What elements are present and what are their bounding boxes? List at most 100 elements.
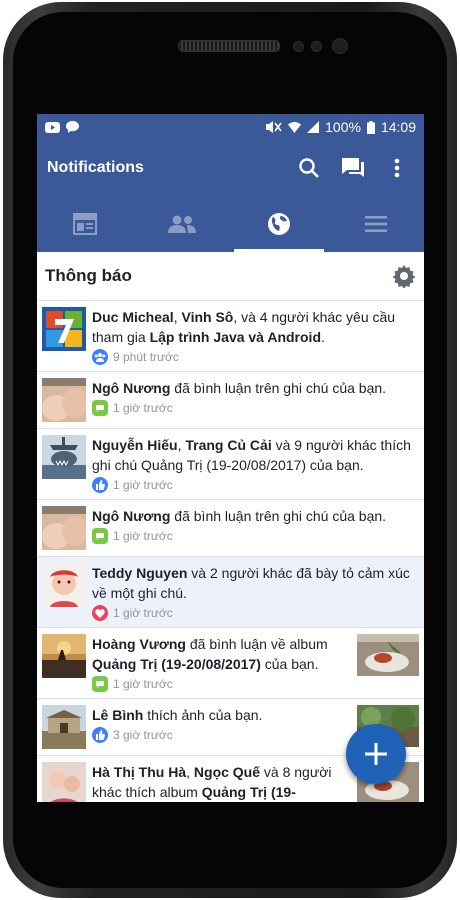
overflow-menu-icon [394, 158, 400, 178]
notification-text: Hà Thị Thu Hà, Ngọc Quế và 8 người khác … [92, 762, 349, 802]
search-icon [299, 158, 319, 178]
notification-body: Ngô Nương đã bình luận trên ghi chú của … [92, 378, 419, 422]
notification-meta: 1 giờ trước [92, 676, 349, 692]
timestamp: 1 giờ trước [113, 401, 173, 415]
comment-icon [92, 676, 108, 692]
app-screen: 100% 14:09 Notifications Thông báo Duc M… [37, 114, 424, 802]
album-name: Quảng Trị (19-20/08/2017) [92, 656, 261, 672]
timestamp: 1 giờ trước [113, 677, 173, 691]
timestamp: 3 giờ trước [113, 728, 173, 742]
text-fragment: đã bình luận về album [185, 636, 328, 652]
group-icon [92, 349, 108, 365]
app-title: Notifications [47, 159, 144, 176]
front-sensor [293, 41, 304, 52]
avatar [42, 705, 86, 749]
front-sensor [311, 41, 322, 52]
timestamp: 1 giờ trước [113, 478, 173, 492]
notification-item[interactable]: Hoàng Vương đã bình luận về album Quảng … [37, 628, 424, 699]
actor-name: Duc Micheal [92, 309, 174, 325]
avatar [42, 378, 86, 422]
love-reaction-icon [92, 605, 108, 621]
comment-icon [92, 528, 108, 544]
signal-icon [307, 121, 320, 133]
avatar [42, 307, 86, 351]
avatar [42, 563, 86, 607]
notification-item[interactable]: Ngô Nương đã bình luận trên ghi chú của … [37, 500, 424, 557]
actor-name: Ngô Nương [92, 380, 171, 396]
text-fragment: đã bình luận trên ghi chú của bạn. [170, 508, 387, 524]
tab-notifications[interactable] [231, 196, 328, 252]
group-name: Lập trình Java và Android [149, 329, 321, 345]
notification-body: Hà Thị Thu Hà, Ngọc Quế và 8 người khác … [92, 762, 349, 802]
notification-item[interactable]: Duc Micheal, Vinh Sô, và 4 người khác yê… [37, 301, 424, 372]
tab-news-feed[interactable] [37, 196, 134, 252]
photo-thumbnail[interactable] [357, 634, 419, 676]
timestamp: 1 giờ trước [113, 529, 173, 543]
globe-icon [267, 213, 290, 235]
actor-name: Hoàng Vương [92, 636, 186, 652]
messages-button[interactable] [336, 151, 370, 185]
chat-icon [66, 121, 79, 133]
compose-fab[interactable] [346, 724, 406, 784]
plus-icon [365, 743, 387, 765]
messages-icon [342, 158, 364, 177]
notification-item[interactable]: Nguyễn Hiếu, Trang Củ Cải và 9 người khá… [37, 429, 424, 500]
actor-name: Ngô Nương [92, 508, 171, 524]
notification-meta: 1 giờ trước [92, 477, 419, 493]
status-bar: 100% 14:09 [37, 114, 424, 140]
actor-name: Trang Củ Cải [185, 437, 272, 453]
tab-friends[interactable] [134, 196, 231, 252]
album-name: Quảng Trị (19- [201, 784, 296, 800]
gear-icon [392, 265, 416, 289]
text-fragment: thích ảnh của bạn. [143, 707, 263, 723]
notification-item[interactable]: Ngô Nương đã bình luận trên ghi chú của … [37, 372, 424, 429]
notification-text: Ngô Nương đã bình luận trên ghi chú của … [92, 378, 419, 398]
front-camera [332, 38, 348, 54]
tab-menu[interactable] [327, 196, 424, 252]
avatar [42, 762, 86, 802]
comment-icon [92, 400, 108, 416]
notification-meta: 1 giờ trước [92, 400, 419, 416]
notification-item[interactable]: Teddy Nguyen và 2 người khác đã bày tỏ c… [37, 557, 424, 628]
battery-icon [366, 120, 375, 134]
notification-text: Nguyễn Hiếu, Trang Củ Cải và 9 người khá… [92, 435, 419, 475]
text-fragment: của bạn. [260, 656, 319, 672]
notification-body: Nguyễn Hiếu, Trang Củ Cải và 9 người khá… [92, 435, 419, 493]
overflow-menu-button[interactable] [380, 151, 414, 185]
notifications-header: Thông báo [37, 252, 424, 301]
settings-button[interactable] [392, 264, 416, 289]
avatar [42, 506, 86, 550]
section-title: Thông báo [45, 266, 132, 285]
clock: 14:09 [380, 119, 416, 135]
news-feed-icon [73, 213, 98, 235]
notification-text: Hoàng Vương đã bình luận về album Quảng … [92, 634, 349, 674]
notification-meta: 3 giờ trước [92, 727, 349, 743]
search-button[interactable] [292, 151, 326, 185]
mute-icon [266, 121, 282, 133]
avatar [42, 435, 86, 479]
earpiece-speaker [178, 40, 280, 52]
notification-text: Teddy Nguyen và 2 người khác đã bày tỏ c… [92, 563, 419, 603]
actor-name: Teddy Nguyen [92, 565, 188, 581]
actor-name: Ngọc Quế [193, 764, 261, 780]
friends-icon [168, 215, 197, 233]
app-toolbar: Notifications [37, 140, 424, 196]
notification-meta: 1 giờ trước [92, 605, 419, 621]
notification-text: Lê Bình thích ảnh của bạn. [92, 705, 349, 725]
text-fragment: , [186, 764, 194, 780]
notification-body: Teddy Nguyen và 2 người khác đã bày tỏ c… [92, 563, 419, 621]
youtube-icon [45, 121, 60, 133]
notification-text: Duc Micheal, Vinh Sô, và 4 người khác yê… [92, 307, 419, 347]
actor-name: Lê Bình [92, 707, 144, 723]
like-icon [92, 727, 108, 743]
text-fragment: . [321, 329, 325, 345]
notification-meta: 9 phút trước [92, 349, 419, 365]
hamburger-menu-icon [364, 216, 387, 232]
wifi-icon [288, 122, 302, 133]
text-fragment: đã bình luận trên ghi chú của bạn. [170, 380, 387, 396]
battery-percent: 100% [325, 119, 361, 135]
actor-name: Nguyễn Hiếu [92, 437, 178, 453]
notification-body: Lê Bình thích ảnh của bạn. 3 giờ trước [92, 705, 349, 749]
actor-name: Vinh Sô [181, 309, 234, 325]
notification-body: Hoàng Vương đã bình luận về album Quảng … [92, 634, 349, 692]
